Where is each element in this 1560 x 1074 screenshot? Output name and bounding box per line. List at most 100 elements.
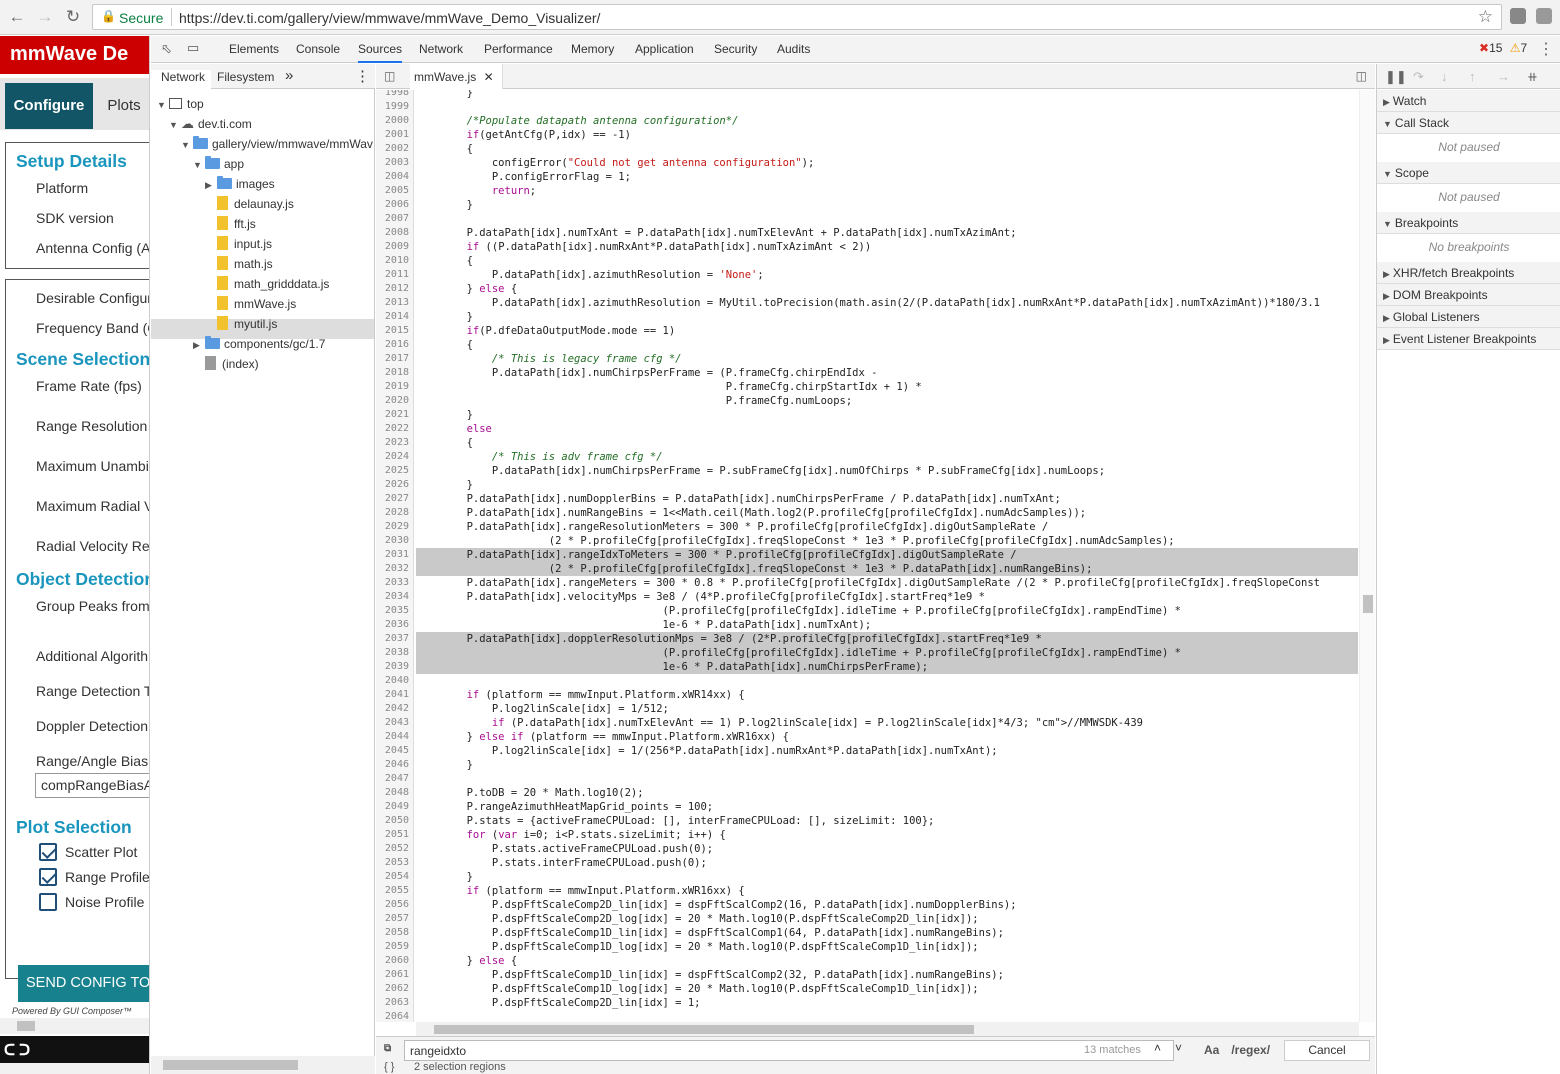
code-line[interactable]: configError("Could not get antenna confi… <box>416 156 814 170</box>
tree-item[interactable]: fft.js <box>205 214 256 234</box>
close-tab-icon[interactable]: ✕ <box>484 70 494 84</box>
pane-call-stack[interactable]: ▼ Call Stack <box>1377 112 1560 134</box>
match-case-button[interactable]: Aa <box>1204 1043 1219 1057</box>
forward-icon[interactable]: → <box>34 6 56 28</box>
pane-breakpoints[interactable]: ▼ Breakpoints <box>1377 212 1560 234</box>
code-line[interactable]: P.dspFftScaleComp1D_log[idx] = 20 * Math… <box>416 940 979 954</box>
code-line[interactable]: 1e-6 * P.dataPath[idx].numChirpsPerFrame… <box>416 660 929 674</box>
code-line[interactable]: (2 * P.profileCfg[profileCfgIdx].freqSlo… <box>416 534 1175 548</box>
code-line[interactable]: if(P.dfeDataOutputMode.mode == 1) <box>416 324 676 338</box>
bookmark-star-icon[interactable]: ☆ <box>1478 7 1493 27</box>
tab-application[interactable]: Application <box>635 42 694 56</box>
range-bias-input[interactable]: compRangeBiasA <box>35 773 149 798</box>
tab-sources[interactable]: Sources <box>358 42 403 63</box>
back-icon[interactable]: ← <box>6 6 28 28</box>
code-line[interactable]: } <box>416 198 473 212</box>
code-line[interactable]: } else { <box>416 954 518 968</box>
step-into-icon[interactable]: ↓ <box>1441 69 1448 84</box>
code-line[interactable]: } <box>416 758 473 772</box>
scrollbar-thumb[interactable] <box>163 1060 298 1070</box>
error-warning-counter[interactable]: ✖15 ⚠7 <box>1479 41 1527 55</box>
code-line[interactable]: } <box>416 870 473 884</box>
pane-global-listeners[interactable]: ▶ Global Listeners <box>1377 306 1560 328</box>
pane-event-listener-breakpoints[interactable]: ▶ Event Listener Breakpoints <box>1377 328 1560 350</box>
devtools-menu-icon[interactable]: ⋮ <box>1538 39 1554 59</box>
code-line[interactable]: P.dataPath[idx].dopplerResolutionMps = 3… <box>416 632 1042 646</box>
step-over-icon[interactable]: ↷ <box>1413 69 1424 85</box>
code-line[interactable]: return; <box>416 184 536 198</box>
code-line[interactable]: P.dataPath[idx].numDopplerBins = P.dataP… <box>416 492 1061 506</box>
code-line[interactable]: for (var i=0; i<P.stats.sizeLimit; i++) … <box>416 828 726 842</box>
tree-item[interactable]: ▼ ☁ dev.ti.com <box>169 114 252 134</box>
code-line[interactable]: { <box>416 436 473 450</box>
code-line[interactable]: P.dataPath[idx].rangeResolutionMeters = … <box>416 520 1049 534</box>
deactivate-breakpoints-icon[interactable]: ⧺ <box>1527 69 1538 85</box>
app-bottom-scrollbar[interactable] <box>0 1063 149 1074</box>
toggle-debugger-icon[interactable]: ◫ <box>1356 69 1367 83</box>
code-line[interactable]: } else if (platform == mmwInput.Platform… <box>416 730 789 744</box>
cancel-search-button[interactable]: Cancel <box>1284 1040 1370 1061</box>
tree-item[interactable]: ▼ app <box>193 154 244 174</box>
code-line[interactable]: P.toDB = 20 * Math.log10(2); <box>416 786 644 800</box>
code-line[interactable]: if (platform == mmwInput.Platform.xWR16x… <box>416 884 745 898</box>
step-out-icon[interactable]: ↑ <box>1469 69 1476 84</box>
tree-item[interactable]: delaunay.js <box>205 194 294 214</box>
code-line[interactable]: (P.profileCfg[profileCfgIdx].idleTime + … <box>416 646 1181 660</box>
tab-network[interactable]: Network <box>419 42 463 56</box>
replace-toggle-icon[interactable]: ⧉ <box>384 1043 391 1054</box>
tree-item[interactable]: input.js <box>205 234 272 254</box>
pretty-print-icon[interactable]: { } <box>384 1061 394 1073</box>
code-line[interactable]: if ((P.dataPath[idx].numRxAnt*P.dataPath… <box>416 240 872 254</box>
code-line[interactable]: } <box>416 310 473 324</box>
step-icon[interactable]: → <box>1497 69 1510 84</box>
tab-elements[interactable]: Elements <box>229 42 279 56</box>
code-line[interactable]: { <box>416 254 473 268</box>
tree-item[interactable]: myutil.js <box>205 314 277 334</box>
tree-item[interactable]: ▶ images <box>205 174 275 194</box>
code-line[interactable]: P.dspFftScaleComp1D_lin[idx] = dspFftSca… <box>416 968 1004 982</box>
code-line[interactable]: P.dataPath[idx].velocityMps = 3e8 / (4*P… <box>416 590 985 604</box>
tree-item[interactable]: math.js <box>205 254 273 274</box>
code-line[interactable]: P.dataPath[idx].azimuthResolution = 'Non… <box>416 268 764 282</box>
code-line[interactable]: P.dspFftScaleComp1D_lin[idx] = dspFftSca… <box>416 926 1004 940</box>
code-line[interactable]: P.dataPath[idx].numChirpsPerFrame = (P.f… <box>416 366 878 380</box>
tree-item[interactable]: math_gridddata.js <box>205 274 329 294</box>
code-line[interactable]: P.log2linScale[idx] = 1/(256*P.dataPath[… <box>416 744 998 758</box>
address-bar[interactable]: 🔒 Secure https://dev.ti.com/gallery/view… <box>92 4 1502 30</box>
code-line[interactable]: } <box>416 408 473 422</box>
tab-configure[interactable]: Configure <box>5 83 93 129</box>
scrollbar-thumb[interactable] <box>434 1025 974 1034</box>
tab-plots[interactable]: Plots <box>98 83 149 129</box>
code-line[interactable]: /* This is legacy frame cfg */ <box>416 352 682 366</box>
regex-button[interactable]: /regex/ <box>1231 1043 1270 1057</box>
pane-dom-breakpoints[interactable]: ▶ DOM Breakpoints <box>1377 284 1560 306</box>
range-profile-checkbox[interactable] <box>39 868 57 886</box>
toggle-navigator-icon[interactable]: ◫ <box>384 69 395 83</box>
code-line[interactable]: if (platform == mmwInput.Platform.xWR14x… <box>416 688 745 702</box>
code-line[interactable]: P.log2linScale[idx] = 1/512; <box>416 702 669 716</box>
code-line[interactable]: P.dataPath[idx].rangeMeters = 300 * 0.8 … <box>416 576 1320 590</box>
reload-icon[interactable]: ↻ <box>62 6 84 28</box>
tab-memory[interactable]: Memory <box>571 42 614 56</box>
tab-security[interactable]: Security <box>714 42 757 56</box>
code-line[interactable]: P.dspFftScaleComp2D_log[idx] = 20 * Math… <box>416 912 979 926</box>
code-area[interactable]: 1998 1999 2000 2001 2002 2003 2004 2005 2006 2007… <box>376 90 1359 1022</box>
extension-icon-2[interactable] <box>1536 8 1552 24</box>
code-line[interactable]: } else { <box>416 282 518 296</box>
code-line[interactable]: P.dataPath[idx].numChirpsPerFrame = P.su… <box>416 464 1105 478</box>
code-line[interactable]: { <box>416 338 473 352</box>
navigator-menu-icon[interactable]: ⋮ <box>355 67 370 85</box>
code-line[interactable]: { <box>416 142 473 156</box>
code-line[interactable]: P.dataPath[idx].azimuthResolution = MyUt… <box>416 296 1320 310</box>
code-line[interactable]: P.dataPath[idx].numTxAnt = P.dataPath[id… <box>416 226 1017 240</box>
tree-item[interactable]: ▶ components/gc/1.7 <box>193 334 325 354</box>
code-line[interactable]: (2 * P.profileCfg[profileCfgIdx].freqSlo… <box>416 562 1093 576</box>
device-toggle-icon[interactable]: ▭ <box>187 40 199 56</box>
code-line[interactable]: } <box>416 90 473 100</box>
code-line[interactable]: P.stats = {activeFrameCPULoad: [], inter… <box>416 814 935 828</box>
code-line[interactable]: else <box>416 422 492 436</box>
tab-console[interactable]: Console <box>296 42 340 56</box>
code-line[interactable]: P.configErrorFlag = 1; <box>416 170 631 184</box>
navigator-scrollbar[interactable] <box>151 1056 375 1074</box>
search-next-icon[interactable]: ˅ <box>1175 1041 1182 1055</box>
